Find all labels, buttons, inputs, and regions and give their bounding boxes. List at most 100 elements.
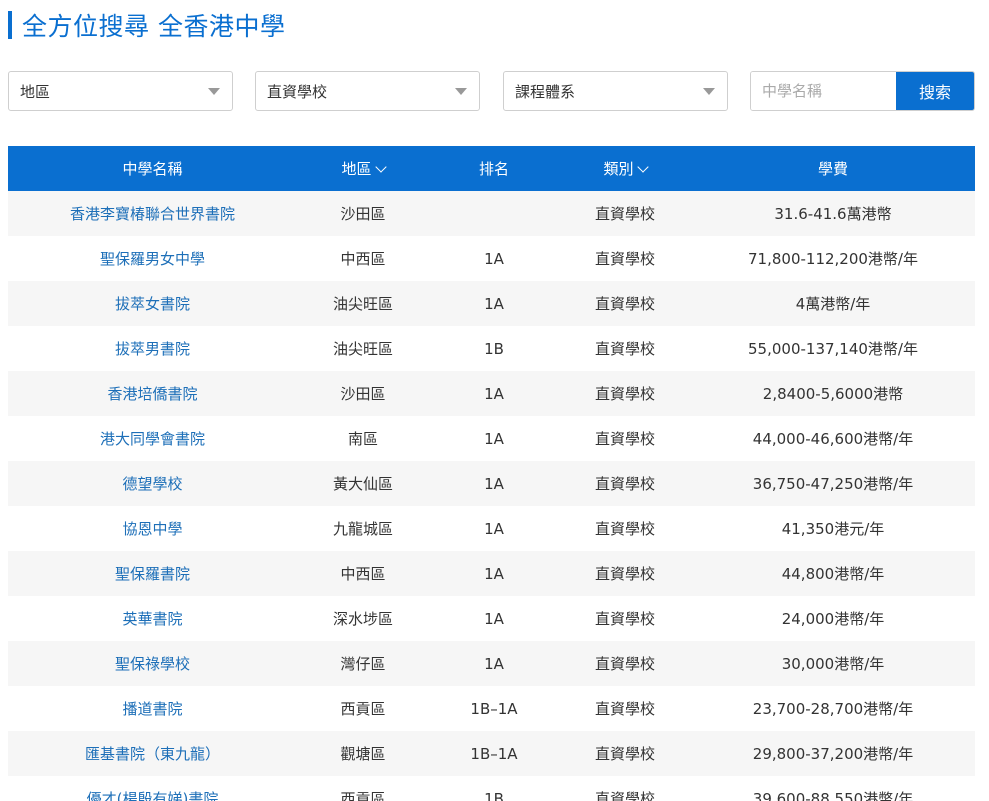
fee-cell: 39,600-88,550港幣/年 bbox=[691, 776, 975, 801]
chevron-down-icon bbox=[636, 161, 649, 173]
district-select[interactable]: 地區 bbox=[8, 71, 233, 111]
school-name-link[interactable]: 香港李寶椿聯合世界書院 bbox=[70, 205, 235, 223]
district-cell: 油尖旺區 bbox=[297, 326, 429, 371]
fee-cell: 2,8400-5,6000港幣 bbox=[691, 371, 975, 416]
school-name-cell: 拔萃女書院 bbox=[8, 281, 297, 326]
category-cell: 直資學校 bbox=[559, 686, 691, 731]
school-name-link[interactable]: 聖保羅男女中學 bbox=[100, 250, 205, 268]
district-cell: 西貢區 bbox=[297, 686, 429, 731]
school-name-link[interactable]: 優才(楊殷有娣)書院 bbox=[87, 790, 219, 801]
school-name-cell: 播道書院 bbox=[8, 686, 297, 731]
search-button[interactable]: 搜索 bbox=[896, 72, 974, 110]
column-header-district[interactable]: 地區 bbox=[297, 146, 429, 191]
district-cell: 沙田區 bbox=[297, 371, 429, 416]
rank-cell: 1A bbox=[429, 281, 559, 326]
school-name-link[interactable]: 香港培僑書院 bbox=[107, 385, 197, 403]
district-select-value: 地區 bbox=[20, 82, 51, 101]
school-name-link[interactable]: 拔萃女書院 bbox=[115, 295, 190, 313]
category-cell: 直資學校 bbox=[559, 506, 691, 551]
district-cell: 深水埗區 bbox=[297, 596, 429, 641]
column-header-name: 中學名稱 bbox=[8, 146, 297, 191]
category-cell: 直資學校 bbox=[559, 236, 691, 281]
curriculum-select[interactable]: 課程體系 bbox=[503, 71, 728, 111]
table-row: 聖保祿學校 灣仔區 1A 直資學校 30,000港幣/年 bbox=[8, 641, 975, 686]
district-cell: 黃大仙區 bbox=[297, 461, 429, 506]
category-cell: 直資學校 bbox=[559, 776, 691, 801]
district-cell: 灣仔區 bbox=[297, 641, 429, 686]
table-row: 優才(楊殷有娣)書院 西貢區 1B 直資學校 39,600-88,550港幣/年 bbox=[8, 776, 975, 801]
rank-cell: 1A bbox=[429, 506, 559, 551]
district-cell: 中西區 bbox=[297, 551, 429, 596]
rank-cell: 1A bbox=[429, 371, 559, 416]
school-name-cell: 香港李寶椿聯合世界書院 bbox=[8, 191, 297, 236]
school-name-link[interactable]: 拔萃男書院 bbox=[115, 340, 190, 358]
chevron-down-icon bbox=[703, 88, 715, 95]
chevron-down-icon bbox=[208, 88, 220, 95]
fee-cell: 4萬港幣/年 bbox=[691, 281, 975, 326]
school-name-link[interactable]: 港大同學會書院 bbox=[100, 430, 205, 448]
fee-cell: 44,000-46,600港幣/年 bbox=[691, 416, 975, 461]
school-type-select[interactable]: 直資學校 bbox=[255, 71, 480, 111]
school-name-link[interactable]: 播道書院 bbox=[122, 700, 182, 718]
school-name-cell: 港大同學會書院 bbox=[8, 416, 297, 461]
column-header-category[interactable]: 類別 bbox=[559, 146, 691, 191]
school-table: 中學名稱 地區 排名 類別 學費 香港李寶椿聯合世界書院 沙田區 直資學校 31.6-… bbox=[8, 146, 975, 801]
school-name-link[interactable]: 聖保祿學校 bbox=[115, 655, 190, 673]
category-cell: 直資學校 bbox=[559, 731, 691, 776]
table-row: 德望學校 黃大仙區 1A 直資學校 36,750-47,250港幣/年 bbox=[8, 461, 975, 506]
rank-cell: 1B bbox=[429, 326, 559, 371]
district-cell: 油尖旺區 bbox=[297, 281, 429, 326]
rank-cell: 1A bbox=[429, 641, 559, 686]
fee-cell: 24,000港幣/年 bbox=[691, 596, 975, 641]
school-name-cell: 香港培僑書院 bbox=[8, 371, 297, 416]
fee-cell: 30,000港幣/年 bbox=[691, 641, 975, 686]
school-name-link[interactable]: 英華書院 bbox=[122, 610, 182, 628]
rank-cell: 1B–1A bbox=[429, 686, 559, 731]
fee-cell: 31.6-41.6萬港幣 bbox=[691, 191, 975, 236]
category-cell: 直資學校 bbox=[559, 416, 691, 461]
district-cell: 中西區 bbox=[297, 236, 429, 281]
rank-cell: 1A bbox=[429, 596, 559, 641]
category-cell: 直資學校 bbox=[559, 551, 691, 596]
search-box: 搜索 bbox=[750, 71, 975, 111]
school-type-select-value: 直資學校 bbox=[267, 82, 328, 101]
school-name-cell: 英華書院 bbox=[8, 596, 297, 641]
rank-cell: 1A bbox=[429, 551, 559, 596]
district-cell: 沙田區 bbox=[297, 191, 429, 236]
category-cell: 直資學校 bbox=[559, 461, 691, 506]
school-name-search-input[interactable] bbox=[751, 72, 896, 110]
school-name-cell: 匯基書院（東九龍） bbox=[8, 731, 297, 776]
district-cell: 觀塘區 bbox=[297, 731, 429, 776]
fee-cell: 55,000-137,140港幣/年 bbox=[691, 326, 975, 371]
fee-cell: 71,800-112,200港幣/年 bbox=[691, 236, 975, 281]
school-name-link[interactable]: 德望學校 bbox=[122, 475, 182, 493]
school-name-cell: 優才(楊殷有娣)書院 bbox=[8, 776, 297, 801]
fee-cell: 36,750-47,250港幣/年 bbox=[691, 461, 975, 506]
table-row: 播道書院 西貢區 1B–1A 直資學校 23,700-28,700港幣/年 bbox=[8, 686, 975, 731]
page-header: 全方位搜尋 全香港中學 bbox=[8, 8, 285, 42]
district-cell: 南區 bbox=[297, 416, 429, 461]
category-cell: 直資學校 bbox=[559, 641, 691, 686]
table-row: 聖保羅男女中學 中西區 1A 直資學校 71,800-112,200港幣/年 bbox=[8, 236, 975, 281]
school-name-cell: 協恩中學 bbox=[8, 506, 297, 551]
fee-cell: 44,800港幣/年 bbox=[691, 551, 975, 596]
rank-cell: 1A bbox=[429, 236, 559, 281]
column-header-rank: 排名 bbox=[429, 146, 559, 191]
school-name-link[interactable]: 協恩中學 bbox=[122, 520, 182, 538]
page: 全方位搜尋 全香港中學 地區 直資學校 課程體系 搜索 中 bbox=[0, 0, 989, 801]
table-header-row: 中學名稱 地區 排名 類別 學費 bbox=[8, 146, 975, 191]
school-name-cell: 聖保羅書院 bbox=[8, 551, 297, 596]
rank-cell: 1B bbox=[429, 776, 559, 801]
school-name-link[interactable]: 聖保羅書院 bbox=[115, 565, 190, 583]
school-name-link[interactable]: 匯基書院（東九龍） bbox=[85, 745, 220, 763]
table-body: 香港李寶椿聯合世界書院 沙田區 直資學校 31.6-41.6萬港幣 聖保羅男女中學 中西區… bbox=[8, 191, 975, 801]
school-name-cell: 拔萃男書院 bbox=[8, 326, 297, 371]
filter-bar: 地區 直資學校 課程體系 搜索 bbox=[8, 71, 975, 113]
school-name-cell: 德望學校 bbox=[8, 461, 297, 506]
chevron-down-icon bbox=[374, 161, 387, 173]
table-row: 港大同學會書院 南區 1A 直資學校 44,000-46,600港幣/年 bbox=[8, 416, 975, 461]
school-name-cell: 聖保祿學校 bbox=[8, 641, 297, 686]
title-accent-bar bbox=[8, 11, 12, 39]
rank-cell: 1B–1A bbox=[429, 731, 559, 776]
chevron-down-icon bbox=[455, 88, 467, 95]
